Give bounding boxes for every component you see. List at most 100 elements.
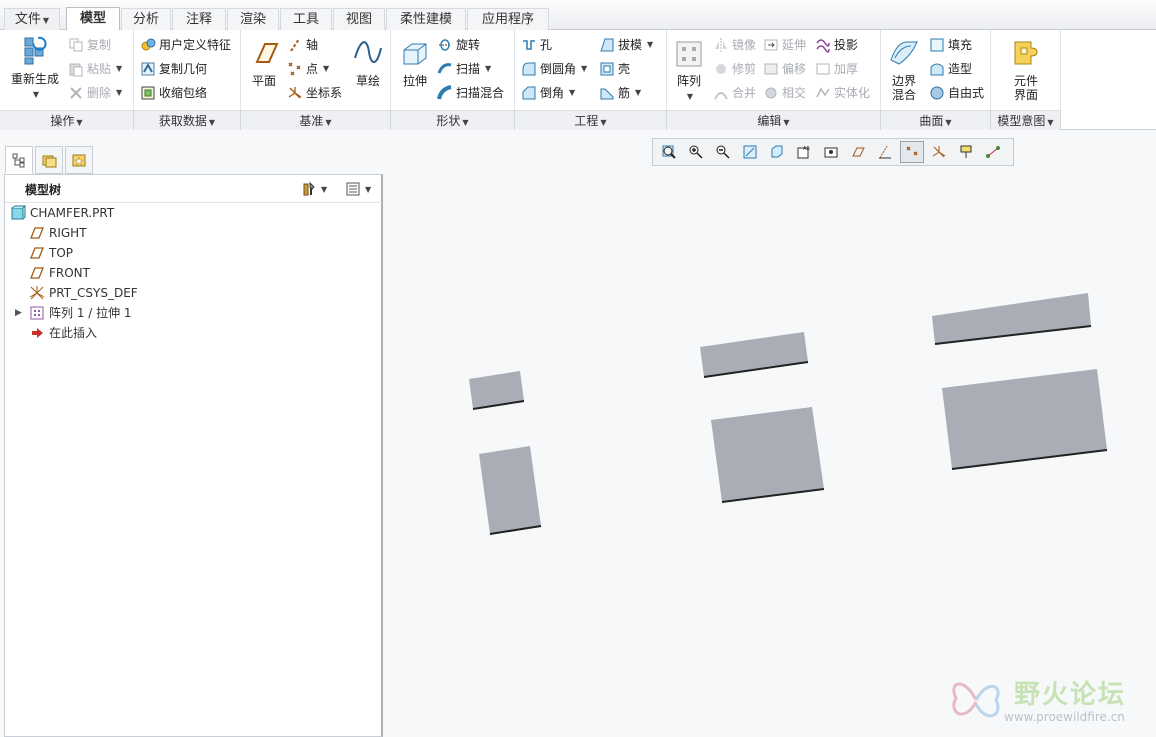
- graphics-window[interactable]: [386, 168, 1156, 737]
- refit-button[interactable]: [657, 141, 681, 163]
- trim-button[interactable]: 修剪: [713, 58, 756, 80]
- pattern-instance-5[interactable]: [932, 293, 1092, 345]
- group-label-model-intent[interactable]: 模型意图 ▼: [991, 110, 1061, 130]
- tree-item-part[interactable]: CHAMFER.PRT: [10, 203, 114, 223]
- copy-label: 复制: [87, 38, 112, 52]
- group-label-engineering[interactable]: 工程 ▼: [515, 110, 667, 130]
- csys-display-button[interactable]: [927, 141, 951, 163]
- freestyle-button[interactable]: 自由式: [929, 82, 984, 104]
- tab-flexible-modeling[interactable]: 柔性建模: [386, 8, 466, 30]
- boundary-blend-button[interactable]: 边界混合: [885, 36, 923, 102]
- tree-item-top[interactable]: TOP: [29, 243, 73, 263]
- extend-label: 延伸: [782, 38, 807, 52]
- sketch-icon: [354, 41, 382, 63]
- sweep-button[interactable]: 扫描 ▼: [437, 58, 491, 80]
- group-label-datum[interactable]: 基准 ▼: [241, 110, 391, 130]
- project-icon: [816, 39, 830, 53]
- trim-label: 修剪: [732, 62, 757, 76]
- copy-button[interactable]: 复制: [68, 34, 111, 56]
- pattern-instance-1[interactable]: [469, 371, 525, 410]
- point-button[interactable]: 点 ▼: [287, 58, 329, 80]
- spin-center-button[interactable]: [981, 141, 1005, 163]
- plane-button[interactable]: 平面: [245, 36, 283, 88]
- intersect-button[interactable]: 相交: [763, 82, 806, 104]
- regenerate-button[interactable]: 重新生成 ▼: [6, 34, 64, 102]
- zoom-out-button[interactable]: [711, 141, 735, 163]
- tab-analysis[interactable]: 分析: [121, 8, 171, 30]
- extrude-button[interactable]: 拉伸: [395, 36, 435, 88]
- sketch-button[interactable]: 草绘: [349, 36, 387, 88]
- annotation-display-button[interactable]: [954, 141, 978, 163]
- group-label-editing[interactable]: 编辑 ▼: [667, 110, 881, 130]
- pattern-instance-6[interactable]: [942, 369, 1108, 470]
- datum-points-display-button[interactable]: [900, 141, 924, 163]
- pattern-instance-4[interactable]: [711, 407, 825, 503]
- shell-button[interactable]: 壳: [599, 58, 630, 80]
- swept-blend-button[interactable]: 扫描混合: [437, 82, 504, 104]
- expand-arrow-icon[interactable]: ▶: [15, 303, 25, 323]
- delete-button[interactable]: 删除 ▼: [68, 82, 122, 104]
- copy-geometry-button[interactable]: 复制几何: [140, 58, 207, 80]
- view-manager-button[interactable]: [819, 141, 843, 163]
- tab-favorites[interactable]: [65, 146, 93, 174]
- draft-button[interactable]: 拔模 ▼: [599, 34, 653, 56]
- tab-folder-browser[interactable]: [35, 146, 63, 174]
- model-tree-icon: [12, 153, 25, 168]
- tree-item-csys[interactable]: PRT_CSYS_DEF: [29, 283, 138, 303]
- shrinkwrap-button[interactable]: 收缩包络: [140, 82, 207, 104]
- extend-button[interactable]: 延伸: [763, 34, 806, 56]
- tab-annotate[interactable]: 注释: [172, 8, 226, 30]
- swept-blend-icon: [437, 85, 452, 100]
- hole-button[interactable]: 孔: [521, 34, 552, 56]
- fill-button[interactable]: 填充: [929, 34, 972, 56]
- repaint-button[interactable]: [738, 141, 762, 163]
- zoom-in-button[interactable]: [684, 141, 708, 163]
- draft-icon: [600, 38, 614, 52]
- revolve-button[interactable]: 旋转: [437, 34, 480, 56]
- datum-axes-display-button[interactable]: [873, 141, 897, 163]
- tree-item-right[interactable]: RIGHT: [29, 223, 87, 243]
- extrude-label: 拉伸: [402, 74, 427, 88]
- rib-button[interactable]: 筋 ▼: [599, 82, 641, 104]
- saved-views-button[interactable]: AB: [792, 141, 816, 163]
- tab-tools[interactable]: 工具: [280, 8, 332, 30]
- solidify-button[interactable]: 实体化: [815, 82, 870, 104]
- style-button[interactable]: 造型: [929, 58, 972, 80]
- tab-render[interactable]: 渲染: [227, 8, 279, 30]
- tree-item-insert-here[interactable]: 在此插入: [29, 323, 97, 343]
- mirror-button[interactable]: 镜像: [713, 34, 756, 56]
- axis-button[interactable]: 轴: [287, 34, 318, 56]
- pattern-instance-3[interactable]: [700, 332, 809, 378]
- group-editing: 阵列 ▼ 镜像 修剪 合并 延伸 偏移 相交 投影 加厚 实体化: [667, 30, 881, 110]
- csys-button[interactable]: 坐标系: [287, 82, 342, 104]
- datum-planes-display-button[interactable]: [846, 141, 870, 163]
- display-style-button[interactable]: [765, 141, 789, 163]
- paste-button[interactable]: 粘贴 ▼: [68, 58, 122, 80]
- tab-view[interactable]: 视图: [333, 8, 385, 30]
- udf-button[interactable]: 用户定义特征: [140, 34, 231, 56]
- chamfer-button[interactable]: 倒角 ▼: [521, 82, 575, 104]
- sweep-label: 扫描: [456, 62, 481, 76]
- group-label-get-data[interactable]: 获取数据 ▼: [134, 110, 241, 130]
- project-button[interactable]: 投影: [815, 34, 858, 56]
- tree-item-front[interactable]: FRONT: [29, 263, 90, 283]
- tab-model-tree[interactable]: [5, 146, 33, 174]
- thicken-button[interactable]: 加厚: [815, 58, 858, 80]
- tab-model[interactable]: 模型: [66, 7, 120, 31]
- component-interface-button[interactable]: 元件界面: [999, 36, 1053, 102]
- mirror-icon: [715, 38, 727, 52]
- tree-show-button[interactable]: ▼: [345, 179, 371, 199]
- tab-file[interactable]: 文件 ▼: [4, 8, 60, 30]
- copy-geometry-label: 复制几何: [159, 62, 208, 76]
- merge-button[interactable]: 合并: [713, 82, 756, 104]
- pattern-instance-2[interactable]: [479, 446, 542, 535]
- tab-applications[interactable]: 应用程序: [467, 8, 549, 30]
- pattern-button[interactable]: 阵列 ▼: [671, 36, 707, 104]
- group-label-surfaces[interactable]: 曲面 ▼: [881, 110, 991, 130]
- group-label-shapes[interactable]: 形状 ▼: [391, 110, 515, 130]
- tree-settings-button[interactable]: ▼: [301, 179, 327, 199]
- group-label-operations[interactable]: 操作 ▼: [0, 110, 134, 130]
- round-button[interactable]: 倒圆角 ▼: [521, 58, 587, 80]
- tree-item-pattern[interactable]: ▶ 阵列 1 / 拉伸 1: [15, 303, 132, 323]
- offset-button[interactable]: 偏移: [763, 58, 806, 80]
